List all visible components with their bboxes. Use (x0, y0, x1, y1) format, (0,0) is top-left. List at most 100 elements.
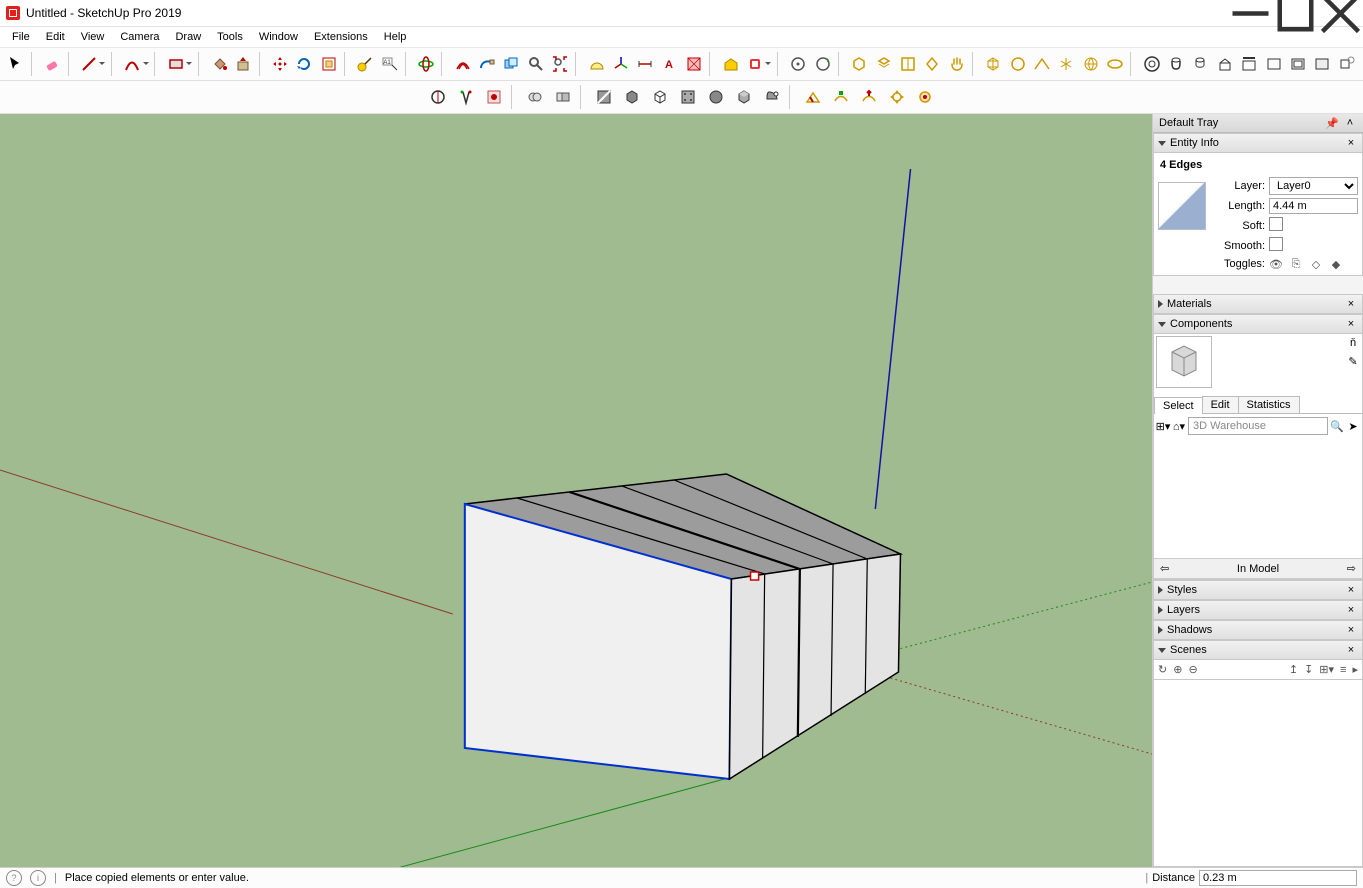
scene-details-icon[interactable]: ▸ (1352, 663, 1358, 676)
home-icon[interactable]: ⌂▾ (1172, 419, 1186, 433)
info-icon[interactable]: i (30, 870, 46, 886)
sandbox-from-scratch-icon[interactable] (828, 84, 854, 110)
wireframe-mode-icon[interactable] (647, 84, 673, 110)
paint-bucket-icon[interactable] (208, 51, 230, 77)
scene-move-down-icon[interactable]: ↧ (1304, 663, 1313, 676)
sandbox-smoove-icon[interactable] (856, 84, 882, 110)
close-panel-icon[interactable]: × (1344, 583, 1358, 597)
forward-arrow-icon[interactable]: ⇨ (1347, 562, 1356, 575)
monochrome-mode-icon[interactable] (759, 84, 785, 110)
front-view-icon[interactable] (897, 51, 919, 77)
minimize-button[interactable] (1228, 0, 1273, 26)
menu-file[interactable]: File (4, 29, 38, 45)
zoom-tool-icon[interactable] (524, 51, 546, 77)
dimension-tool-icon[interactable] (634, 51, 656, 77)
style-hidden-icon[interactable] (1006, 51, 1028, 77)
style-shaded-icon[interactable] (1031, 51, 1053, 77)
warehouse-search-input[interactable]: 3D Warehouse (1188, 417, 1328, 435)
close-panel-icon[interactable]: × (1344, 297, 1358, 311)
entity-info-header[interactable]: Entity Info × (1153, 133, 1363, 153)
add-location-icon[interactable] (811, 51, 833, 77)
menu-help[interactable]: Help (376, 29, 415, 45)
tape-measure-icon[interactable] (354, 51, 376, 77)
menu-view[interactable]: View (73, 29, 113, 45)
sandbox-stamp-icon[interactable] (884, 84, 910, 110)
close-panel-icon[interactable]: × (1344, 623, 1358, 637)
pan-tool-icon[interactable] (946, 51, 968, 77)
walk-tool-icon[interactable] (1189, 51, 1211, 77)
shaded-mode-icon[interactable] (703, 84, 729, 110)
shaded-textures-mode-icon[interactable] (731, 84, 757, 110)
length-field[interactable] (1269, 198, 1358, 214)
maximize-button[interactable] (1273, 0, 1318, 26)
soft-checkbox[interactable] (1269, 217, 1283, 231)
components-header[interactable]: Components × (1153, 314, 1363, 334)
scene-remove-icon[interactable]: ⊖ (1188, 663, 1197, 676)
close-panel-icon[interactable]: × (1344, 643, 1358, 657)
scene-menu-icon[interactable]: ≡ (1340, 664, 1346, 676)
scene-move-up-icon[interactable]: ↥ (1289, 663, 1298, 676)
solid-intersect-icon[interactable] (550, 84, 576, 110)
section-plane-icon[interactable] (683, 51, 705, 77)
menu-tools[interactable]: Tools (209, 29, 251, 45)
distance-value[interactable]: 0.23 m (1199, 870, 1357, 886)
iso-view-icon[interactable] (848, 51, 870, 77)
zoom-extents-icon[interactable] (549, 51, 571, 77)
position-camera-icon[interactable] (1140, 51, 1162, 77)
search-icon[interactable]: 🔍 (1330, 419, 1344, 433)
view-mode-icon[interactable]: ⊞▾ (1156, 419, 1170, 433)
component-thumbnail[interactable] (1156, 336, 1212, 388)
sandbox-drape-icon[interactable] (912, 84, 938, 110)
hiddenline-mode-icon[interactable] (675, 84, 701, 110)
menu-extensions[interactable]: Extensions (306, 29, 376, 45)
component-expand-icon[interactable]: ň (1346, 336, 1360, 350)
toggle-lock-icon[interactable]: ⎘ (1289, 257, 1303, 271)
line-tool-icon[interactable] (78, 51, 100, 77)
tab-edit[interactable]: Edit (1202, 396, 1239, 413)
arc-tool-icon[interactable] (121, 51, 143, 77)
extension-warehouse-icon[interactable] (744, 51, 766, 77)
layers-header[interactable]: Layers × (1153, 600, 1363, 620)
rotate-tool-icon[interactable] (293, 51, 315, 77)
top-view-icon[interactable] (872, 51, 894, 77)
section-display-icon[interactable] (1214, 51, 1236, 77)
section-cut-icon[interactable] (1238, 51, 1260, 77)
tab-statistics[interactable]: Statistics (1238, 396, 1300, 413)
pushpull-tool-icon[interactable] (232, 51, 254, 77)
shadows-header[interactable]: Shadows × (1153, 620, 1363, 640)
solid-union-icon[interactable] (522, 84, 548, 110)
warehouse-icon[interactable] (719, 51, 741, 77)
axes-tool-icon[interactable] (610, 51, 632, 77)
toggle-visible-icon[interactable]: 👁 (1269, 257, 1283, 271)
backedges-mode-icon[interactable] (619, 84, 645, 110)
look-around-icon[interactable] (1165, 51, 1187, 77)
component-create-icon[interactable]: ✎ (1346, 354, 1360, 368)
eraser-tool-icon[interactable] (41, 51, 63, 77)
text-tool-icon[interactable]: A1 (378, 51, 400, 77)
scenes-header[interactable]: Scenes × (1153, 640, 1363, 660)
shadows-toggle-icon[interactable] (453, 84, 479, 110)
protractor-icon[interactable] (585, 51, 607, 77)
offset-tool-icon[interactable] (451, 51, 473, 77)
forward-icon[interactable]: ➤ (1346, 419, 1360, 433)
components-list[interactable] (1154, 438, 1362, 558)
toggle-shadows-icon[interactable]: ◇ (1309, 257, 1323, 271)
pin-icon[interactable]: 📌 (1325, 116, 1339, 130)
scale-tool-icon[interactable] (317, 51, 339, 77)
materials-header[interactable]: Materials × (1153, 294, 1363, 314)
smooth-checkbox[interactable] (1269, 237, 1283, 251)
always-face-camera-icon[interactable] (425, 84, 451, 110)
scene-add-icon[interactable]: ⊕ (1173, 663, 1182, 676)
toggle-cast-icon[interactable]: ◆ (1329, 257, 1343, 271)
scenes-list[interactable] (1153, 680, 1363, 867)
close-panel-icon[interactable]: × (1344, 317, 1358, 331)
menu-camera[interactable]: Camera (112, 29, 167, 45)
scene-view-icon[interactable]: ⊞▾ (1319, 663, 1334, 676)
back-view-icon[interactable] (921, 51, 943, 77)
styles-header[interactable]: Styles × (1153, 580, 1363, 600)
select-tool-icon[interactable] (5, 51, 27, 77)
menu-edit[interactable]: Edit (38, 29, 73, 45)
rectangle-tool-icon[interactable] (165, 51, 187, 77)
previous-view-icon[interactable] (1311, 51, 1333, 77)
style-monochrome-icon[interactable] (1080, 51, 1102, 77)
